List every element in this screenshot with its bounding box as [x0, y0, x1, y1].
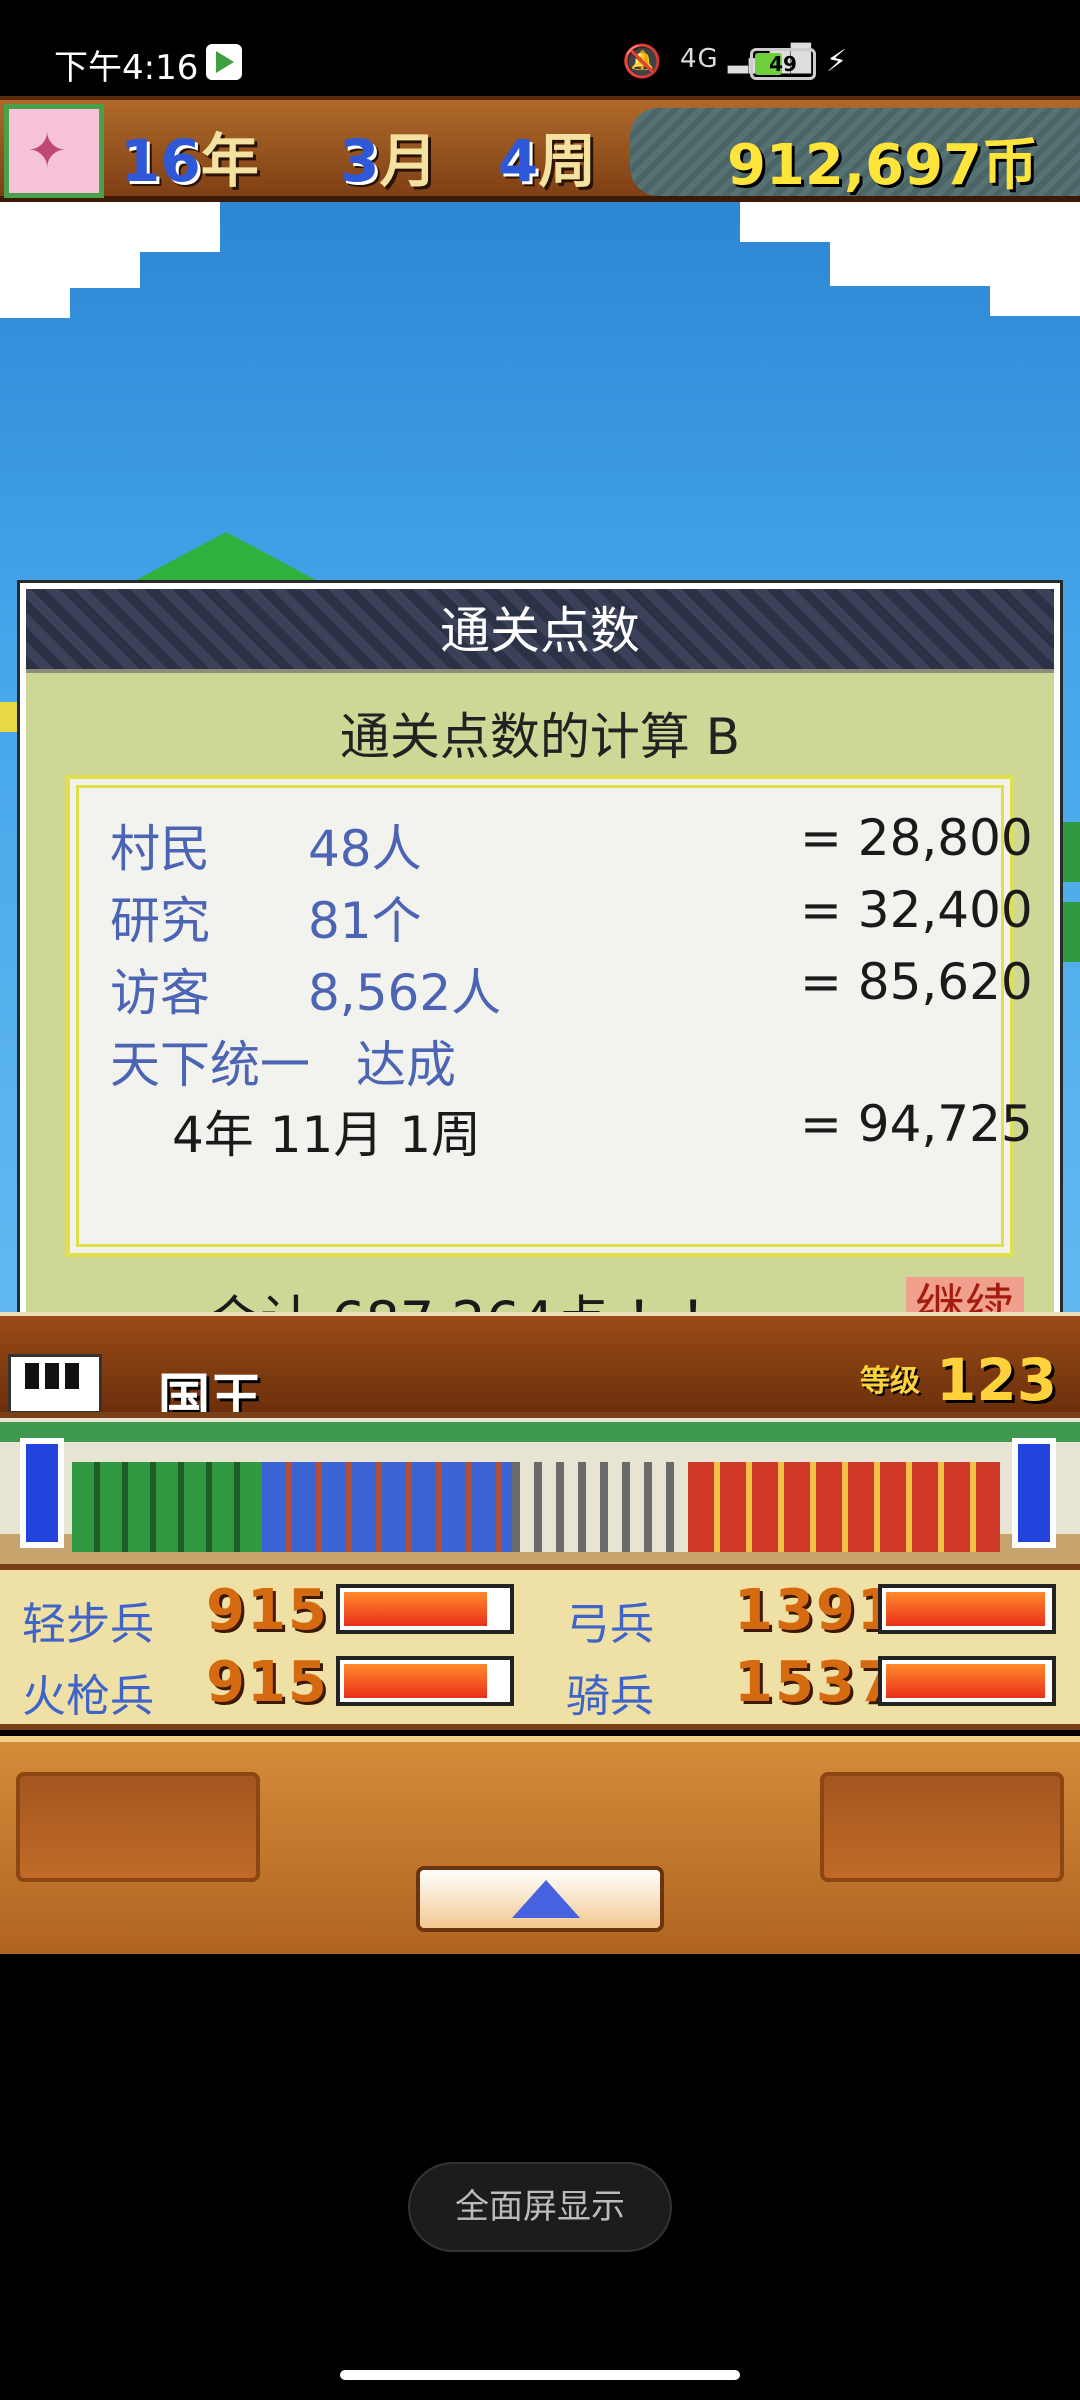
stat-fill — [344, 1592, 487, 1626]
status-bar: 下午4:16 🔕 4G ▂▄▆█ 49 ⚡ — [0, 0, 1080, 96]
stat-value: 1537 — [734, 1650, 898, 1715]
avatar[interactable]: ✦ — [4, 104, 104, 198]
island — [136, 532, 316, 580]
row-value: 8,562人 — [308, 964, 502, 1022]
dialog-header: 通关点数 — [26, 589, 1054, 673]
home-indicator[interactable] — [340, 2370, 740, 2380]
unify-date: 4年 11月 1周 — [172, 1106, 482, 1164]
troop-stats: 轻步兵 915 弓兵 1391 火枪兵 915 骑兵 1537 — [0, 1570, 1080, 1730]
play-store-icon — [206, 44, 242, 80]
month-unit: 月 — [379, 127, 438, 195]
row-points: = 28,800 — [800, 809, 1033, 867]
side-decoration — [1062, 902, 1080, 962]
archer-troops — [262, 1462, 512, 1552]
stat-fill — [886, 1592, 1045, 1626]
king-bar: 国王 等级 123 — [0, 1312, 1080, 1429]
calc-title: 通关点数的计算 B — [339, 708, 741, 766]
dialog-title: 通关点数 — [440, 602, 640, 660]
left-panel-button[interactable] — [16, 1772, 260, 1882]
points-breakdown: 村民 48人 = 28,800 研究 81个 = 32,400 访客 8,562… — [66, 775, 1033, 1257]
ninja-icon: ✦ — [27, 123, 68, 179]
stat-label: 轻步兵 — [22, 1599, 154, 1650]
year-unit: 年 — [200, 127, 259, 195]
stat-value: 915 — [206, 1650, 329, 1715]
cavalry-troops — [688, 1462, 1000, 1552]
row-value: 48人 — [308, 820, 422, 878]
cloud — [740, 202, 1080, 242]
row-points: = 85,620 — [800, 953, 1033, 1011]
row-label: 村民 — [110, 820, 210, 878]
gunner-troops — [512, 1462, 688, 1552]
year-number: 16 — [120, 127, 201, 195]
row-value: 81个 — [308, 892, 422, 950]
right-banner-icon — [1012, 1438, 1056, 1548]
stat-fill — [344, 1664, 487, 1698]
cloud — [830, 242, 1080, 286]
week-unit: 周 — [538, 127, 597, 195]
unify-points: = 94,725 — [800, 1095, 1033, 1153]
row-points: = 32,400 — [800, 881, 1033, 939]
stat-bar — [336, 1656, 514, 1706]
stat-bar — [336, 1584, 514, 1634]
army-formation — [0, 1412, 1080, 1570]
stat-label: 弓兵 — [566, 1599, 654, 1650]
stat-label: 骑兵 — [566, 1671, 654, 1722]
stat-fill — [886, 1664, 1045, 1698]
cloud — [0, 202, 220, 252]
row-label: 访客 — [110, 964, 210, 1022]
network-type: 4G — [680, 44, 719, 74]
stat-label: 火枪兵 — [22, 1671, 154, 1722]
stat-value: 915 — [206, 1578, 329, 1643]
cloud — [0, 252, 140, 288]
week-number: 4 — [497, 127, 539, 195]
money-display: 912,697币 — [630, 108, 1080, 198]
king-portrait — [8, 1354, 102, 1414]
rank-label: 等级 — [860, 1364, 920, 1399]
game-top-bar: ✦ 16年 3月 4周 912,697币 — [0, 96, 1080, 202]
row-label: 研究 — [110, 892, 210, 950]
hedge — [0, 1422, 1080, 1442]
left-banner-icon — [20, 1438, 64, 1548]
status-time: 下午4:16 — [54, 48, 199, 88]
infantry-troops — [72, 1462, 262, 1552]
bottom-panel — [0, 1736, 1080, 1954]
unify-label: 天下统一 — [110, 1036, 310, 1094]
right-panel-button[interactable] — [820, 1772, 1064, 1882]
clear-points-dialog: 通关点数 通关点数的计算 B 村民 48人 = 28,800 研究 81个 = … — [20, 583, 1060, 1355]
king-level: 123 — [936, 1346, 1058, 1414]
month-number: 3 — [339, 127, 380, 195]
cloud — [0, 288, 70, 318]
charging-bolt-icon: ⚡ — [826, 44, 848, 79]
side-decoration — [0, 702, 20, 732]
arrow-up-icon — [512, 1880, 580, 1918]
side-decoration — [1062, 822, 1080, 882]
game-date: 16年 3月 4周 — [120, 114, 596, 198]
battery-icon: 49 — [750, 48, 816, 80]
expand-button[interactable] — [416, 1866, 664, 1932]
cloud — [990, 286, 1080, 316]
stat-bar — [878, 1584, 1056, 1634]
stat-value: 1391 — [734, 1578, 898, 1643]
mute-bell-icon: 🔕 — [622, 42, 662, 80]
battery-level: 49 — [769, 52, 797, 76]
money-amount: 912,697币 — [726, 133, 1038, 198]
stat-bar — [878, 1656, 1056, 1706]
unify-status: 达成 — [356, 1036, 456, 1094]
fullscreen-button[interactable]: 全面屏显示 — [408, 2162, 672, 2252]
